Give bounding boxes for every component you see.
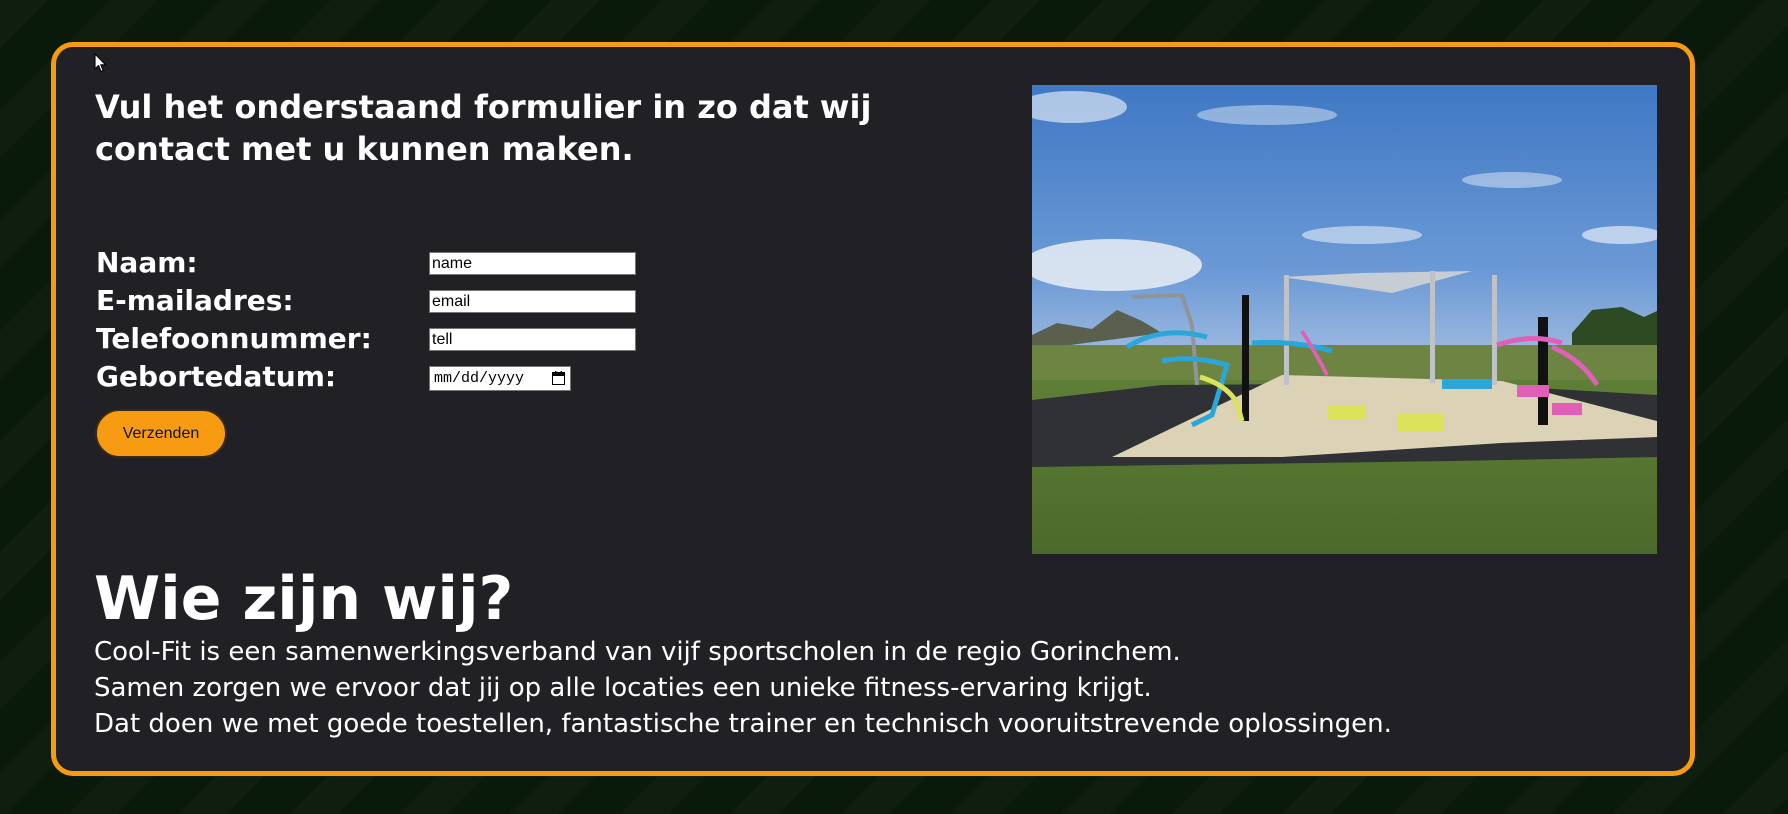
- birthdate-row: Gebortedatum: mm/dd/yyyy: [96, 358, 696, 396]
- calendar-icon[interactable]: [552, 371, 565, 385]
- about-text-line-1: Cool-Fit is een samenwerkingsverband van…: [94, 637, 1181, 667]
- mouse-pointer-icon: [94, 53, 107, 73]
- form-title: Vul het onderstaand formulier in zo dat …: [95, 88, 872, 168]
- birthdate-placeholder: mm/dd/yyyy: [434, 370, 525, 387]
- submit-button[interactable]: Verzenden: [95, 409, 227, 458]
- about-title: Wie zijn wij?: [94, 564, 514, 634]
- name-label: Naam:: [96, 246, 198, 279]
- phone-input[interactable]: [429, 328, 636, 351]
- outdoor-gym-photo: [1032, 85, 1657, 554]
- email-input[interactable]: [429, 290, 636, 313]
- birthdate-label: Gebortedatum:: [96, 360, 337, 393]
- phone-row: Telefoonnummer:: [96, 320, 696, 358]
- email-row: E-mailadres:: [96, 282, 696, 320]
- name-input[interactable]: [429, 252, 636, 275]
- email-label: E-mailadres:: [96, 284, 294, 317]
- about-text-line-3: Dat doen we met goede toestellen, fantas…: [94, 709, 1392, 739]
- birthdate-input[interactable]: mm/dd/yyyy: [429, 366, 571, 391]
- phone-label: Telefoonnummer:: [96, 322, 372, 355]
- name-row: Naam:: [96, 244, 696, 282]
- outdoor-gym-illustration: [1032, 85, 1657, 554]
- about-text-line-2: Samen zorgen we ervoor dat jij op alle l…: [94, 673, 1152, 703]
